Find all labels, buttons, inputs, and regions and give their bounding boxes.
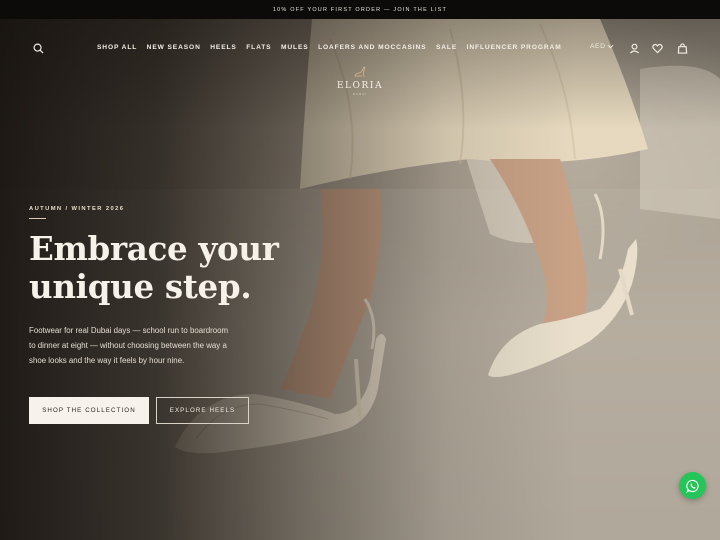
nav-new-season[interactable]: NEW SEASON	[147, 44, 201, 51]
whatsapp-icon	[685, 479, 699, 493]
hero-description: Footwear for real Dubai days — school ru…	[29, 326, 229, 365]
nav-loafers-and-moccasins[interactable]: LOAFERS AND MOCCASINS	[318, 44, 426, 51]
heart-icon	[651, 43, 663, 53]
headline-line-1: Embrace your	[29, 229, 279, 268]
logo-subtitle: DUBAI	[352, 92, 368, 96]
wishlist-button[interactable]	[650, 41, 664, 55]
shoe-logo-icon	[354, 66, 366, 78]
logo-name: ELORIA	[336, 81, 384, 91]
logo[interactable]: ELORIA DUBAI	[330, 65, 390, 96]
currency-selector[interactable]: AED	[590, 43, 614, 50]
nav-flats[interactable]: FLATS	[246, 44, 271, 51]
nav-shop-all[interactable]: SHOP ALL	[97, 44, 137, 51]
nav-heels[interactable]: HEELS	[210, 44, 236, 51]
search-button[interactable]	[31, 41, 45, 55]
account-button[interactable]	[627, 41, 641, 55]
cart-button[interactable]	[675, 41, 689, 55]
headline-line-2: unique step.	[29, 267, 252, 306]
site-header: SHOP ALL NEW SEASON HEELS FLATS MULES LO…	[0, 19, 720, 109]
main-nav: SHOP ALL NEW SEASON HEELS FLATS MULES LO…	[97, 44, 571, 51]
search-icon	[33, 43, 44, 54]
currency-label: AED	[590, 43, 606, 50]
nav-mules[interactable]: MULES	[281, 44, 309, 51]
whatsapp-chat-button[interactable]	[679, 472, 706, 499]
account-icon	[629, 43, 639, 54]
announcement-text[interactable]: 10% OFF YOUR FIRST ORDER — JOIN THE LIST	[273, 7, 447, 13]
explore-heels-button[interactable]: EXPLORE HEELS	[156, 397, 249, 424]
hero-headline: Embrace your unique step.	[29, 230, 349, 306]
eyebrow-divider	[29, 218, 46, 219]
nav-sale[interactable]: SALE	[436, 44, 457, 51]
hero-eyebrow: AUTUMN / WINTER 2026	[29, 206, 125, 212]
bag-icon	[677, 42, 687, 54]
announcement-bar[interactable]: 10% OFF YOUR FIRST ORDER — JOIN THE LIST	[0, 0, 720, 19]
nav-influencer-program[interactable]: INFLUENCER PROGRAM	[467, 44, 562, 51]
shop-collection-button[interactable]: SHOP THE COLLECTION	[29, 397, 149, 424]
chevron-down-icon	[607, 44, 614, 49]
